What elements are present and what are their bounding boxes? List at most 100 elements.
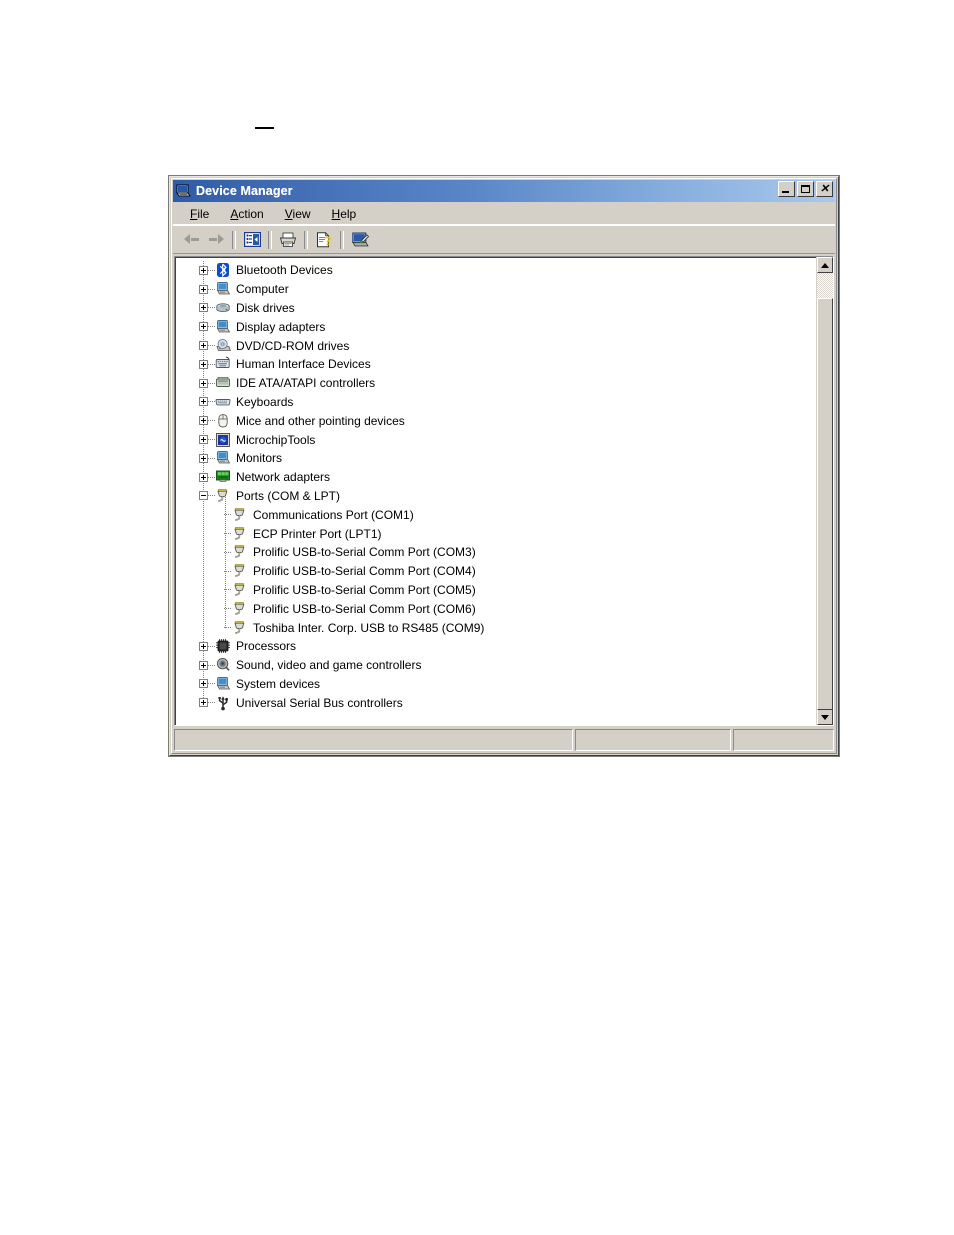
processor-icon (215, 638, 231, 654)
expand-plus-icon[interactable] (199, 378, 208, 388)
port-icon (232, 620, 248, 636)
scan-for-hardware-changes-button[interactable] (348, 228, 372, 251)
tree-item[interactable]: Disk drives (175, 299, 816, 318)
tree-item[interactable]: Human Interface Devices (175, 355, 816, 374)
tree-item[interactable]: Ports (COM & LPT) (175, 487, 816, 506)
scrollbar-thumb[interactable] (817, 298, 833, 710)
usb-controller-icon (215, 695, 231, 711)
title-bar[interactable]: Device Manager ✕ (173, 180, 835, 202)
expand-plus-icon[interactable] (199, 397, 208, 407)
tree-item[interactable]: Keyboards (175, 393, 816, 412)
tree-item[interactable]: Prolific USB-to-Serial Comm Port (COM5) (175, 581, 816, 600)
minimize-button[interactable] (778, 181, 795, 197)
port-icon (232, 544, 248, 560)
tree-connector (208, 269, 215, 271)
expand-plus-icon[interactable] (199, 303, 208, 313)
tree-item[interactable]: MicrochipTools (175, 430, 816, 449)
tree-item[interactable]: Universal Serial Bus controllers (175, 693, 816, 712)
tree-item[interactable]: Network adapters (175, 468, 816, 487)
tree-connector (208, 683, 215, 685)
scroll-up-button[interactable] (817, 257, 833, 273)
page-dash-mark (255, 127, 274, 129)
expand-plus-icon[interactable] (199, 435, 208, 445)
scroll-down-button[interactable] (817, 709, 833, 725)
tree-item[interactable]: Bluetooth Devices (175, 261, 816, 280)
left-arrow-icon (184, 234, 200, 245)
properties-button[interactable]: ? (312, 228, 336, 251)
display-adapter-icon (215, 319, 231, 335)
forward-button[interactable] (204, 228, 228, 251)
collapse-minus-icon[interactable] (199, 491, 208, 501)
network-adapter-icon (215, 469, 231, 485)
tree-item[interactable]: Prolific USB-to-Serial Comm Port (COM4) (175, 562, 816, 581)
back-button[interactable] (180, 228, 204, 251)
tree-item-label: System devices (236, 676, 321, 691)
dvd-drive-icon (215, 338, 231, 354)
keyboard-icon (215, 394, 231, 410)
tree-item[interactable]: Mice and other pointing devices (175, 411, 816, 430)
port-icon (232, 563, 248, 579)
expand-plus-icon[interactable] (199, 359, 208, 369)
device-tree-pane: Bluetooth Devices Computer Disk drives Disp… (174, 256, 834, 726)
tree-item-label: Ports (COM & LPT) (236, 488, 341, 503)
tree-item-label: Keyboards (236, 394, 294, 409)
maximize-button[interactable] (797, 181, 814, 197)
tree-connector (208, 382, 215, 384)
scroll-down-arrow-icon (821, 714, 829, 720)
tree-item-label: Human Interface Devices (236, 357, 371, 372)
tree-item[interactable]: Display adapters (175, 317, 816, 336)
tree-item[interactable]: Toshiba Inter. Corp. USB to RS485 (COM9) (175, 618, 816, 637)
window-title: Device Manager (196, 184, 293, 198)
tree-item[interactable]: DVD/CD-ROM drives (175, 336, 816, 355)
tree-item[interactable]: Monitors (175, 449, 816, 468)
expand-plus-icon[interactable] (199, 416, 208, 426)
expand-plus-icon[interactable] (199, 284, 208, 294)
expand-plus-icon[interactable] (199, 679, 208, 689)
tree-item[interactable]: Prolific USB-to-Serial Comm Port (COM3) (175, 543, 816, 562)
computer-icon (215, 281, 231, 297)
tree-connector (224, 514, 232, 516)
tree-connector (208, 401, 215, 403)
print-button[interactable] (276, 228, 300, 251)
expand-plus-icon[interactable] (199, 641, 208, 651)
tree-connector (208, 664, 215, 666)
tree-item[interactable]: System devices (175, 675, 816, 694)
vertical-scrollbar[interactable] (816, 257, 833, 725)
expand-plus-icon[interactable] (199, 322, 208, 332)
tree-item[interactable]: Computer (175, 280, 816, 299)
scrollbar-track[interactable] (817, 273, 833, 710)
tree-item-label: Monitors (236, 451, 283, 466)
tree-connector (208, 457, 215, 459)
expand-plus-icon[interactable] (199, 698, 208, 708)
expand-plus-icon[interactable] (199, 453, 208, 463)
tree-item[interactable]: IDE ATA/ATAPI controllers (175, 374, 816, 393)
menu-help[interactable]: Help (323, 205, 366, 223)
menu-view[interactable]: View (276, 205, 320, 223)
scroll-up-arrow-icon (821, 262, 829, 268)
menu-action[interactable]: Action (221, 205, 272, 223)
device-manager-icon (176, 183, 192, 199)
tree-item[interactable]: Processors (175, 637, 816, 656)
tree-connector (208, 439, 215, 441)
svg-text:?: ? (324, 234, 331, 248)
tree-item-label: Display adapters (236, 319, 326, 334)
close-button[interactable]: ✕ (816, 181, 833, 197)
tree-item[interactable]: ECP Printer Port (LPT1) (175, 524, 816, 543)
expand-plus-icon[interactable] (199, 472, 208, 482)
expand-plus-icon[interactable] (199, 341, 208, 351)
tree-connector (208, 326, 215, 328)
tree-connector (224, 589, 232, 591)
tree-item[interactable]: Sound, video and game controllers (175, 656, 816, 675)
menu-file[interactable]: File (181, 205, 218, 223)
tree-item[interactable]: Prolific USB-to-Serial Comm Port (COM6) (175, 599, 816, 618)
show-hide-console-tree-button[interactable] (240, 228, 264, 251)
tree-item-label: MicrochipTools (236, 432, 316, 447)
expand-plus-icon[interactable] (199, 265, 208, 275)
tree-item-label: Computer (236, 282, 289, 297)
device-manager-window: Device Manager ✕ File Action View Help ?… (169, 176, 839, 756)
tree-item-label: Mice and other pointing devices (236, 413, 405, 428)
tree-connector (208, 645, 215, 647)
device-tree[interactable]: Bluetooth Devices Computer Disk drives Disp… (175, 257, 816, 725)
expand-plus-icon[interactable] (199, 660, 208, 670)
tree-item[interactable]: Communications Port (COM1) (175, 505, 816, 524)
